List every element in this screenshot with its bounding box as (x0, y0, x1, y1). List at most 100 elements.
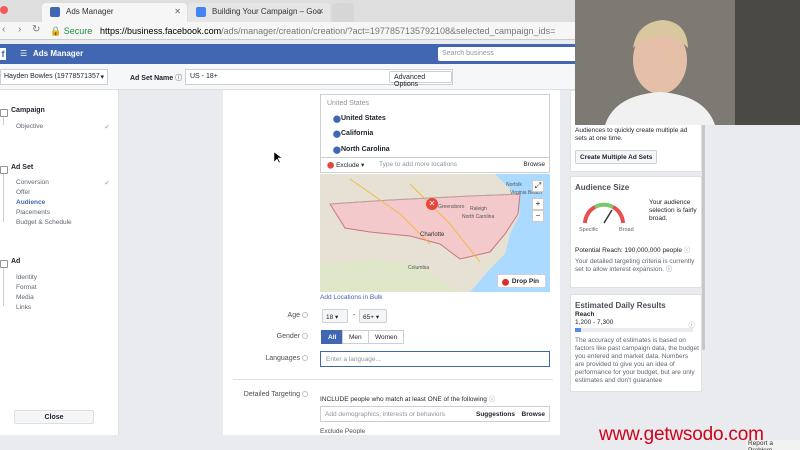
sidebar-item-links[interactable]: Links (16, 304, 31, 311)
sidebar-item-placements[interactable]: Placements (16, 209, 50, 216)
drop-pin-button[interactable]: ⬤ Drop Pin (496, 274, 546, 288)
detailed-browse-button[interactable]: Browse (522, 411, 545, 418)
sidebar-item-offer[interactable]: Offer (16, 189, 30, 196)
close-button[interactable]: Close (14, 410, 94, 424)
url-field[interactable]: https://business.facebook.com/ads/manage… (100, 26, 555, 36)
location-browse-button[interactable]: Browse (523, 161, 545, 168)
sidebar-section-ad[interactable]: Ad (0, 258, 20, 268)
back-arrow-icon[interactable]: ‹ (2, 24, 5, 35)
location-map[interactable]: Charlotte North Carolina Columbia Raleig… (320, 174, 550, 292)
sidebar-item-audience[interactable]: Audience (16, 199, 45, 206)
exclude-dropdown[interactable]: ⬤ Exclude ▾ (327, 161, 364, 169)
info-icon[interactable]: ⓘ (175, 75, 182, 82)
sidebar-item-identity[interactable]: Identity (16, 274, 37, 281)
location-pin-icon: ⬤ (333, 116, 341, 123)
sidebar-item-format[interactable]: Format (16, 284, 37, 291)
sidebar-item-budget-schedule[interactable]: Budget & Schedule (16, 219, 72, 226)
sidebar-section-adset[interactable]: Ad Set (0, 164, 33, 174)
add-locations-bulk-link[interactable]: Add Locations in Bulk (320, 294, 383, 301)
audience-size-title: Audience Size (575, 183, 630, 192)
map-city-label: Raleigh (470, 206, 487, 212)
tab-ads-manager[interactable]: Ads Manager ✕ (42, 3, 187, 22)
gender-label: Gender (238, 333, 308, 340)
close-window-icon[interactable] (0, 6, 8, 14)
potential-reach-text: Potential Reach: 190,000,000 people (575, 247, 682, 254)
map-expand-icon[interactable]: ⤢ (532, 180, 544, 192)
age-min-select[interactable]: 18 ▾ (322, 309, 348, 323)
audience-form: United States ⬤ United States ⬤ California… (120, 90, 560, 435)
age-max-select[interactable]: 65+ ▾ (359, 309, 387, 323)
summary-scrollbar[interactable] (702, 90, 705, 350)
create-multiple-adsets-button[interactable]: Create Multiple Ad Sets (575, 150, 658, 164)
location-pin-icon: ⬤ (501, 279, 510, 286)
gender-men-button[interactable]: Men (342, 330, 369, 344)
tab-building-campaign[interactable]: Building Your Campaign – Goo ✕ (188, 3, 330, 22)
business-search-input[interactable]: Search business (438, 47, 578, 61)
detailed-targeting-placeholder: Add demographics, interests or behaviors (325, 411, 445, 418)
info-icon[interactable]: ⓘ (684, 247, 691, 254)
reload-icon[interactable]: ↻ (32, 24, 40, 35)
map-state-label: North Carolina (462, 214, 494, 220)
age-label: Age (238, 312, 308, 319)
sidebar-item-conversion[interactable]: Conversion (16, 179, 49, 186)
location-item[interactable]: ⬤ North Carolina (333, 146, 390, 154)
adset-name-input[interactable]: US - 18+ Advanced Options (185, 69, 453, 88)
account-selector[interactable]: Hayden Bowles (19778571357 ▾ (0, 69, 108, 85)
location-group-header: United States (327, 100, 370, 107)
close-tab-icon[interactable]: ✕ (317, 7, 324, 16)
info-icon[interactable]: ⓘ (489, 396, 496, 403)
secure-text: Secure (63, 26, 93, 36)
info-icon[interactable]: ⓘ (666, 266, 673, 273)
location-search-input[interactable]: Type to add more locations (379, 161, 457, 168)
gender-women-button[interactable]: Women (368, 330, 405, 344)
advanced-options-button[interactable]: Advanced Options (389, 71, 452, 88)
info-icon[interactable] (302, 312, 308, 318)
sidebar-item-objective[interactable]: Objective (16, 123, 43, 130)
gender-label-text: Gender (276, 333, 300, 340)
chevron-down-icon: ▾ (100, 74, 104, 81)
secure-label[interactable]: 🔒 Secure (50, 26, 92, 37)
adset-name-value: US - 18+ (190, 73, 218, 80)
info-icon[interactable] (302, 333, 308, 339)
gauge-broad-label: Broad (619, 227, 634, 233)
reach-label: Reach (575, 311, 595, 318)
gender-all-button[interactable]: All (321, 330, 344, 344)
map-city-label: Columbia (408, 265, 429, 271)
age-separator: - (353, 312, 356, 319)
location-pin-icon: ⬤ (327, 162, 335, 169)
app-title: Ads Manager (33, 49, 84, 58)
sidebar-item-media[interactable]: Media (16, 294, 34, 301)
detailed-targeting-input[interactable]: Add demographics, interests or behaviors… (320, 406, 550, 422)
age-max-value: 65+ (363, 314, 375, 321)
report-problem-link[interactable]: Report a Problem (746, 440, 800, 450)
detailed-targeting-label: Detailed Targeting (238, 391, 308, 398)
suggestions-button[interactable]: Suggestions (476, 411, 515, 418)
webcam-presenter-image (575, 0, 800, 125)
languages-label: Languages (238, 355, 308, 362)
audience-description: Your audience selection is fairly broad. (649, 199, 697, 222)
sidebar-section-campaign[interactable]: Campaign (0, 107, 45, 117)
info-icon[interactable] (302, 391, 308, 397)
map-marker-icon[interactable]: ✕ (426, 198, 438, 210)
hamburger-menu-icon[interactable]: ☰ (20, 49, 27, 58)
estimated-results-card: Estimated Daily Results Reach 1,200 - 7,… (570, 294, 702, 392)
info-icon[interactable] (302, 355, 308, 361)
location-item-label: North Carolina (341, 146, 390, 153)
reach-bar (575, 328, 693, 332)
creation-sidebar: Campaign Objective ✓ Ad Set Conversion ✓… (0, 90, 119, 435)
tree-connector (3, 174, 4, 222)
watermark: www.getwsodo.com (599, 424, 764, 445)
map-zoom-in-icon[interactable]: + (532, 198, 544, 210)
close-tab-icon[interactable]: ✕ (174, 7, 181, 16)
potential-reach: Potential Reach: 190,000,000 people ⓘ (575, 247, 699, 255)
map-zoom-out-icon[interactable]: − (532, 210, 544, 222)
estimated-results-title: Estimated Daily Results (575, 301, 666, 310)
location-item[interactable]: ⬤ California (333, 130, 373, 138)
exclude-people-link[interactable]: Exclude People (320, 428, 365, 434)
new-tab-button[interactable] (332, 3, 354, 22)
location-item[interactable]: ⬤ United States (333, 115, 386, 123)
forward-arrow-icon[interactable]: › (18, 24, 21, 35)
languages-input[interactable]: Enter a language... (320, 351, 550, 367)
facebook-logo-icon[interactable]: f (0, 48, 6, 60)
audience-size-card: Audience Size Specific Broad Your audien… (570, 176, 702, 288)
